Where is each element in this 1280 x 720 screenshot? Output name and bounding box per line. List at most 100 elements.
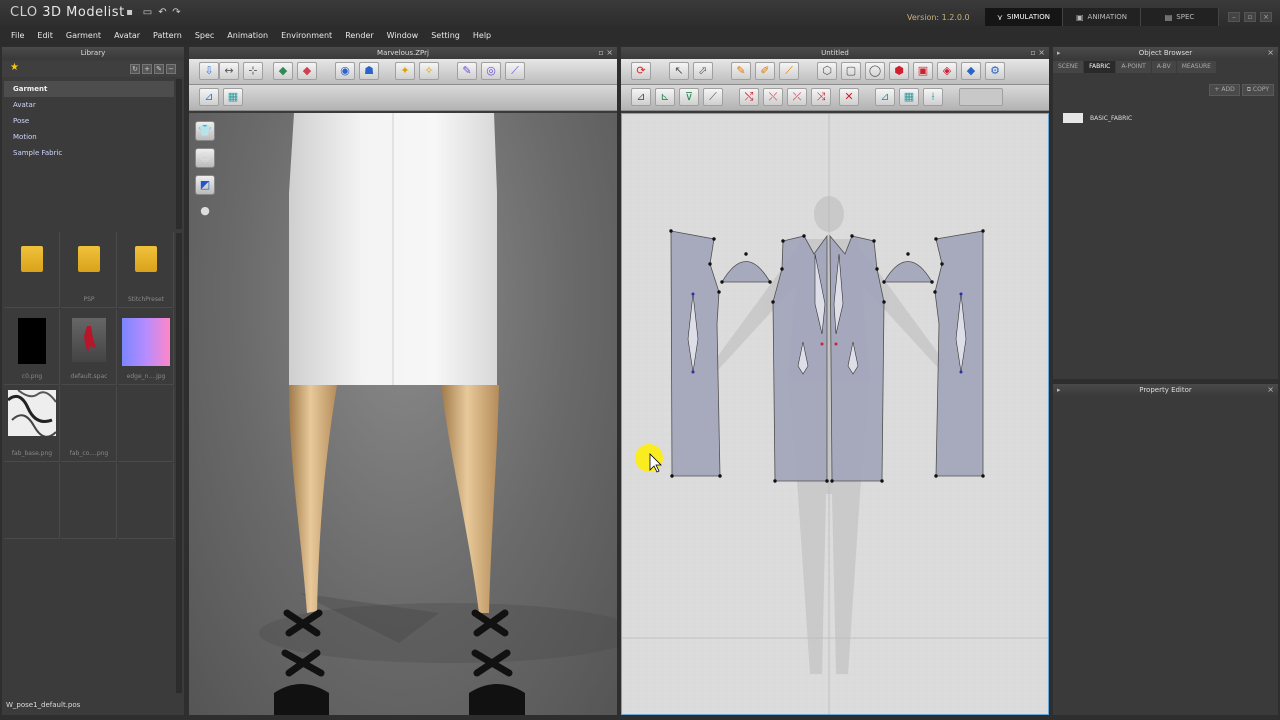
arrange-icon[interactable]: ⊿	[875, 88, 895, 106]
copy-fabric-button[interactable]: ⧉ COPY	[1241, 84, 1274, 96]
internal-polygon-icon[interactable]: ⬢	[889, 62, 909, 80]
thumb-default-avatar[interactable]: default.spac	[61, 309, 117, 385]
head-view-icon[interactable]: ●	[195, 202, 215, 222]
seam-select-icon[interactable]: ⊿	[631, 88, 651, 106]
polygon-icon[interactable]: ⬡	[817, 62, 837, 80]
tab-a-bv[interactable]: A-BV	[1151, 61, 1176, 73]
menu-avatar[interactable]: Avatar	[108, 28, 146, 46]
select-move-icon[interactable]: ⊹	[243, 62, 263, 80]
texture-view-icon[interactable]: ◩	[195, 175, 215, 195]
fabric-list-item[interactable]: BASIC_FABRIC	[1063, 112, 1132, 124]
tab-animation[interactable]: ▣ ANIMATION	[1063, 8, 1141, 26]
trace-icon[interactable]: ⟋	[779, 62, 799, 80]
save-icon[interactable]: ▪	[124, 8, 135, 18]
library-tree-scrollbar[interactable]	[176, 79, 182, 229]
measure-icon[interactable]: ⟋	[505, 62, 525, 80]
menu-help[interactable]: Help	[467, 28, 497, 46]
menu-render[interactable]: Render	[339, 28, 379, 46]
tab-spec[interactable]: ▤ SPEC	[1141, 8, 1219, 26]
point-select-icon[interactable]: ⊿	[199, 88, 219, 106]
menu-file[interactable]: File	[5, 28, 30, 46]
tab-scene[interactable]: SCENE	[1053, 61, 1084, 73]
tree-item-garment[interactable]: Garment	[4, 81, 174, 97]
avatar-globe-icon[interactable]: ◉	[335, 62, 355, 80]
menu-spec[interactable]: Spec	[189, 28, 220, 46]
add-fabric-button[interactable]: + ADD	[1209, 84, 1240, 96]
avatar-view-icon[interactable]: ☺	[195, 148, 215, 168]
seam-line-icon[interactable]: ⊾	[655, 88, 675, 106]
brush-icon[interactable]: ✎	[457, 62, 477, 80]
circle-icon[interactable]: ◯	[865, 62, 885, 80]
garment-green-icon[interactable]: ◆	[273, 62, 293, 80]
panel-controls[interactable]: ▫ ×	[598, 47, 613, 59]
grid-icon[interactable]: ▦	[223, 88, 243, 106]
fold-icon[interactable]: ⟊	[923, 88, 943, 106]
tree-item-sample-fabric[interactable]: Sample Fabric	[4, 145, 174, 161]
maximize-icon[interactable]: ▫	[1244, 12, 1256, 22]
internal-rect-icon[interactable]: ▣	[913, 62, 933, 80]
close-icon[interactable]: ×	[1267, 47, 1274, 59]
delete-icon[interactable]: −	[166, 64, 176, 74]
garment-red-icon[interactable]: ◆	[297, 62, 317, 80]
add-point-icon[interactable]: ✐	[755, 62, 775, 80]
move-icon[interactable]: ↔	[219, 62, 239, 80]
thumb-folder-stitchpreset[interactable]: StitchPreset	[118, 232, 174, 308]
panel-controls[interactable]: ▫ ×	[1030, 47, 1045, 59]
garment-view-icon[interactable]: 👕	[195, 121, 215, 141]
pin-icon[interactable]: ▸	[1057, 384, 1061, 396]
edit-pattern-icon[interactable]: ⬀	[693, 62, 713, 80]
move-down-icon[interactable]: ⇩	[199, 62, 219, 80]
toggle-slider[interactable]	[959, 88, 1003, 106]
tab-a-point[interactable]: A-POINT	[1116, 61, 1151, 73]
tab-simulation[interactable]: ⋎ SIMULATION	[985, 8, 1063, 26]
menu-garment[interactable]: Garment	[60, 28, 107, 46]
menu-pattern[interactable]: Pattern	[147, 28, 188, 46]
ring-icon[interactable]: ◎	[481, 62, 501, 80]
menu-edit[interactable]: Edit	[31, 28, 59, 46]
close-icon[interactable]: ×	[1267, 384, 1274, 396]
library-thumbs-scrollbar[interactable]	[176, 233, 182, 693]
menu-animation[interactable]: Animation	[221, 28, 274, 46]
tack-icon[interactable]: ✧	[419, 62, 439, 80]
tree-item-avatar[interactable]: Avatar	[4, 97, 174, 113]
seam-curve-icon[interactable]: ⊽	[679, 88, 699, 106]
add-folder-icon[interactable]: +	[142, 64, 152, 74]
tab-fabric[interactable]: FABRIC	[1084, 61, 1116, 73]
thumb-edge-jpg[interactable]: edge_n....jpg	[118, 309, 174, 385]
avatar-icon[interactable]: ☗	[359, 62, 379, 80]
pin-icon[interactable]: ✦	[395, 62, 415, 80]
refresh-icon[interactable]: ↻	[130, 64, 140, 74]
minimize-icon[interactable]: –	[1228, 12, 1240, 22]
pin-icon[interactable]: ▸	[1057, 47, 1061, 59]
viewport-3d[interactable]	[189, 113, 617, 715]
rectangle-icon[interactable]: ▢	[841, 62, 861, 80]
free-sewing-icon[interactable]: ⤫	[787, 88, 807, 106]
menu-window[interactable]: Window	[381, 28, 425, 46]
menu-setting[interactable]: Setting	[425, 28, 466, 46]
thumb-fab-base[interactable]: fab_base.png	[4, 386, 60, 462]
edit-curve-icon[interactable]: ✎	[731, 62, 751, 80]
thumb-fab-co[interactable]: fab_co....png	[61, 386, 117, 462]
tab-measure[interactable]: MEASURE	[1176, 61, 1216, 73]
tack-sewing-icon[interactable]: ✕	[839, 88, 859, 106]
close-icon[interactable]: ×	[1260, 12, 1272, 22]
select-icon[interactable]: ↖	[669, 62, 689, 80]
favorite-star-icon[interactable]: ★	[10, 62, 19, 73]
thumb-folder-1[interactable]	[4, 232, 60, 308]
multi-sewing-icon[interactable]: ⤨	[811, 88, 831, 106]
tree-item-pose[interactable]: Pose	[4, 113, 174, 129]
redo-icon[interactable]: ↷	[171, 8, 182, 18]
edit-icon[interactable]: ✎	[154, 64, 164, 74]
tree-item-motion[interactable]: Motion	[4, 129, 174, 145]
open-icon[interactable]: ▭	[142, 8, 153, 18]
reset-icon[interactable]: ⟳	[631, 62, 651, 80]
seam-tool-icon[interactable]: ⟋	[703, 88, 723, 106]
menu-environment[interactable]: Environment	[275, 28, 338, 46]
viewport-2d[interactable]	[621, 113, 1049, 715]
internal-circle-icon[interactable]: ◈	[937, 62, 957, 80]
sewing-icon[interactable]: ⤭	[739, 88, 759, 106]
grid-pattern-icon[interactable]: ▦	[899, 88, 919, 106]
undo-icon[interactable]: ↶	[157, 8, 168, 18]
notch-icon[interactable]: ⚙	[985, 62, 1005, 80]
segment-sewing-icon[interactable]: ⤬	[763, 88, 783, 106]
